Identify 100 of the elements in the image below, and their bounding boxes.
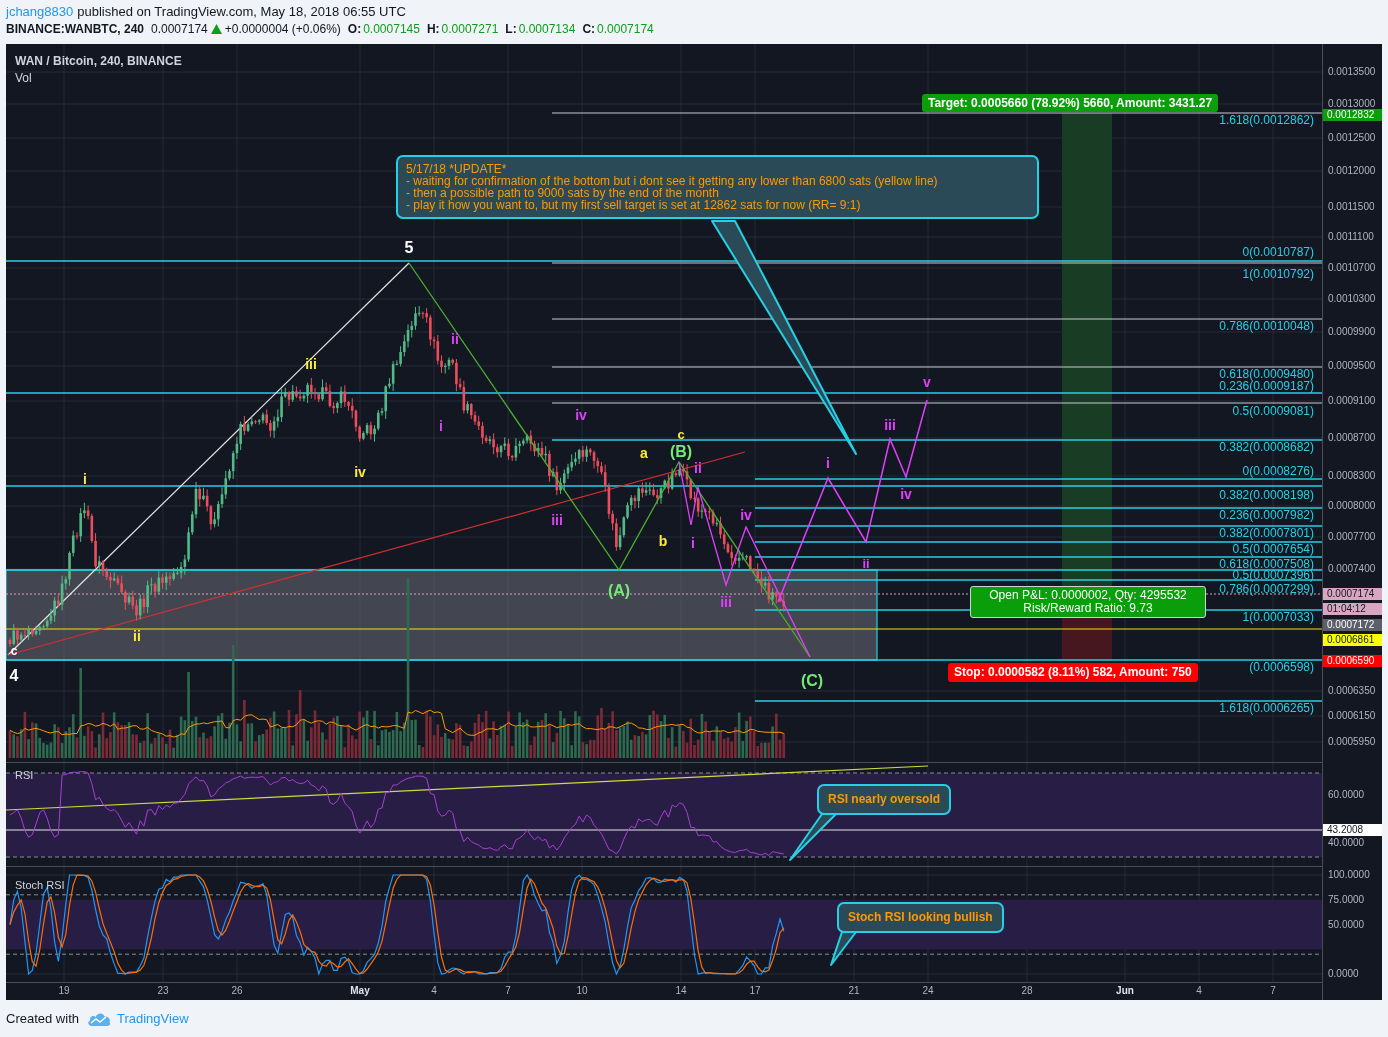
price-axis-tag: 0.0006861 xyxy=(1323,634,1382,646)
price-axis-tag: 0.0007172 xyxy=(1323,619,1382,631)
publish-info: published on TradingView.com, May 18, 2018 06:55 UTC xyxy=(77,4,406,19)
wave-label: i xyxy=(83,471,87,487)
created-with-text: Created with xyxy=(6,1011,79,1026)
time-axis-label: 21 xyxy=(848,985,860,997)
wave-label: ii xyxy=(133,628,141,644)
wave-label: ii xyxy=(862,556,870,571)
time-axis-label: Jun xyxy=(1116,985,1134,997)
price-axis-tag: 0.0012832 xyxy=(1323,109,1382,121)
time-axis-label: 24 xyxy=(922,985,934,997)
fib-level-label: 0.5(0.0009081) xyxy=(1232,404,1314,418)
fib-level-label: 0.382(0.0008682) xyxy=(1219,440,1314,454)
fib-level-label: 1(0.0010792) xyxy=(1242,267,1314,281)
wave-label: (B) xyxy=(669,442,693,460)
price-axis-label: 0.0009900 xyxy=(1328,326,1376,338)
price-change: +0.0000004 (+0.06%) xyxy=(224,21,341,36)
price-axis-label: 0.0010700 xyxy=(1328,262,1376,274)
fib-level-label: 0.786(0.0007299) xyxy=(1219,582,1314,596)
price-axis-tag: 0.0006590 xyxy=(1323,655,1382,667)
fib-level-label: 0.618(0.0007508) xyxy=(1219,556,1314,571)
price-axis-label: 0.0013500 xyxy=(1328,66,1376,78)
wave-label: iv xyxy=(900,486,912,502)
fib-level-label: 1(0.0007033) xyxy=(1242,610,1314,624)
indicator-axis-label: 0.0000 xyxy=(1328,968,1359,980)
ohlc-label: L: xyxy=(505,21,517,36)
fib-level-label: 0(0.0010787) xyxy=(1242,245,1314,259)
fib-level-label: 0(0.0008276) xyxy=(1242,464,1314,478)
position-label: Open P&L: 0.0000002, Qty: 4295532 Risk/Reward Ratio: 9.73 xyxy=(970,586,1206,618)
author-link[interactable]: jchang8830 xyxy=(6,4,74,19)
wave-label: ii xyxy=(694,460,702,476)
fib-level-label: 0.236(0.0009187) xyxy=(1219,379,1314,393)
fib-level-label: (0.0006598) xyxy=(1249,660,1314,674)
callout-pointer xyxy=(789,813,837,861)
fib-level-label: 0.5(0.0007654) xyxy=(1232,542,1314,556)
ohlc-value: 0.0007145 xyxy=(363,21,420,36)
wave-label: a xyxy=(640,445,648,461)
indicator-axis-label: 60.0000 xyxy=(1328,789,1365,801)
time-axis-label: May xyxy=(350,985,370,997)
fib-level-label: 0.5(0.0007396) xyxy=(1232,568,1314,582)
wave-label: 4 xyxy=(9,666,19,684)
time-axis-label: 28 xyxy=(1021,985,1033,997)
price-axis-label: 0.0011100 xyxy=(1328,231,1374,243)
fib-level-label: 0.382(0.0007801) xyxy=(1219,526,1314,540)
price-axis-label: 0.0013000 xyxy=(1328,98,1376,110)
indicator-axis-label: 75.0000 xyxy=(1328,894,1365,906)
price-axis-label: 0.0012500 xyxy=(1328,132,1376,144)
price-axis-label: 0.0008700 xyxy=(1328,432,1376,444)
time-axis-label: 10 xyxy=(576,985,588,997)
price-axis-label: 0.0007700 xyxy=(1328,531,1376,543)
price-axis-label: 0.0007400 xyxy=(1328,563,1376,575)
ohlc-label: O: xyxy=(347,21,362,36)
fib-level-label: 0.236(0.0007982) xyxy=(1219,508,1314,522)
wave-label: iii xyxy=(884,417,896,433)
symbol-name: BINANCE:WANBTC, 240 xyxy=(6,21,144,36)
wave-label: i xyxy=(691,535,695,551)
rsi-value-tag: 43.2008 xyxy=(1323,824,1382,836)
indicator-axis-label: 100.0000 xyxy=(1328,869,1370,881)
time-axis-label: 7 xyxy=(1270,985,1276,997)
ohlc-value: 0.0007271 xyxy=(441,21,499,36)
price-axis-label: 0.0009100 xyxy=(1328,395,1376,407)
price-axis-label: 0.0010300 xyxy=(1328,293,1376,305)
price-axis-label: 0.0005950 xyxy=(1328,736,1376,748)
stop-label: Stop: 0.0000582 (8.11%) 582, Amount: 750 xyxy=(948,663,1198,682)
cloud-logo-icon xyxy=(87,1011,111,1026)
stoch-rsi-title: Stoch RSI xyxy=(15,879,65,891)
time-axis-label: 23 xyxy=(157,985,169,997)
wave-label: c xyxy=(677,426,685,442)
brand-link[interactable]: TradingView xyxy=(117,1011,189,1026)
wave-label: iv xyxy=(740,507,752,523)
fib-level-label: 1.618(0.0006265) xyxy=(1219,701,1314,715)
wave-label: iii xyxy=(551,512,563,528)
rsi-title: RSI xyxy=(15,769,34,781)
price-axis-tag: 01:04:12 xyxy=(1323,603,1382,615)
fib-level-label: 0.382(0.0008198) xyxy=(1219,488,1314,502)
volume-label: Vol xyxy=(15,71,32,85)
price-axis-label: 0.0006150 xyxy=(1328,710,1376,722)
time-axis-label: 4 xyxy=(431,985,437,997)
wave-label: i xyxy=(439,418,443,434)
last-price: 0.0007174 xyxy=(151,21,208,36)
price-axis-label: 0.0011500 xyxy=(1328,201,1375,213)
time-axis-label: 26 xyxy=(231,985,243,997)
time-axis-label: 7 xyxy=(505,985,511,997)
wave-label: iii xyxy=(720,594,732,610)
wave-label: (A) xyxy=(607,581,631,599)
price-axis-label: 0.0012000 xyxy=(1328,165,1376,177)
price-axis-label: 0.0006350 xyxy=(1328,685,1376,697)
target-label: Target: 0.0005660 (78.92%) 5660, Amount: 3431.27 xyxy=(922,94,1219,112)
wave-label: b xyxy=(658,533,668,549)
update-note: 5/17/18 *UPDATE* - waiting for confirmation of the bottom but i dont see it getting any lower than 6800 sats (yellow line) - then a possible path to 9000 sats by the end of the month - play it how you want to, but my first sell target is set at 12862 sats for now (RR= 9:1) xyxy=(396,155,1039,219)
fib-level-label: 1.618(0.0012862) xyxy=(1219,113,1314,127)
fib-level-label: 0.786(0.0010048) xyxy=(1219,319,1314,333)
price-axis-tag: 0.0007174 xyxy=(1323,588,1382,600)
time-axis-label: 14 xyxy=(675,985,687,997)
wave-label: iii xyxy=(305,356,317,372)
price-axis-label: 0.0008000 xyxy=(1328,500,1376,512)
fib-level-label: 0.618(0.0009480) xyxy=(1219,367,1314,381)
rsi-note: RSI nearly oversold xyxy=(817,784,952,815)
wave-label: (C) xyxy=(800,671,824,689)
ohlc-label: C: xyxy=(582,21,596,36)
